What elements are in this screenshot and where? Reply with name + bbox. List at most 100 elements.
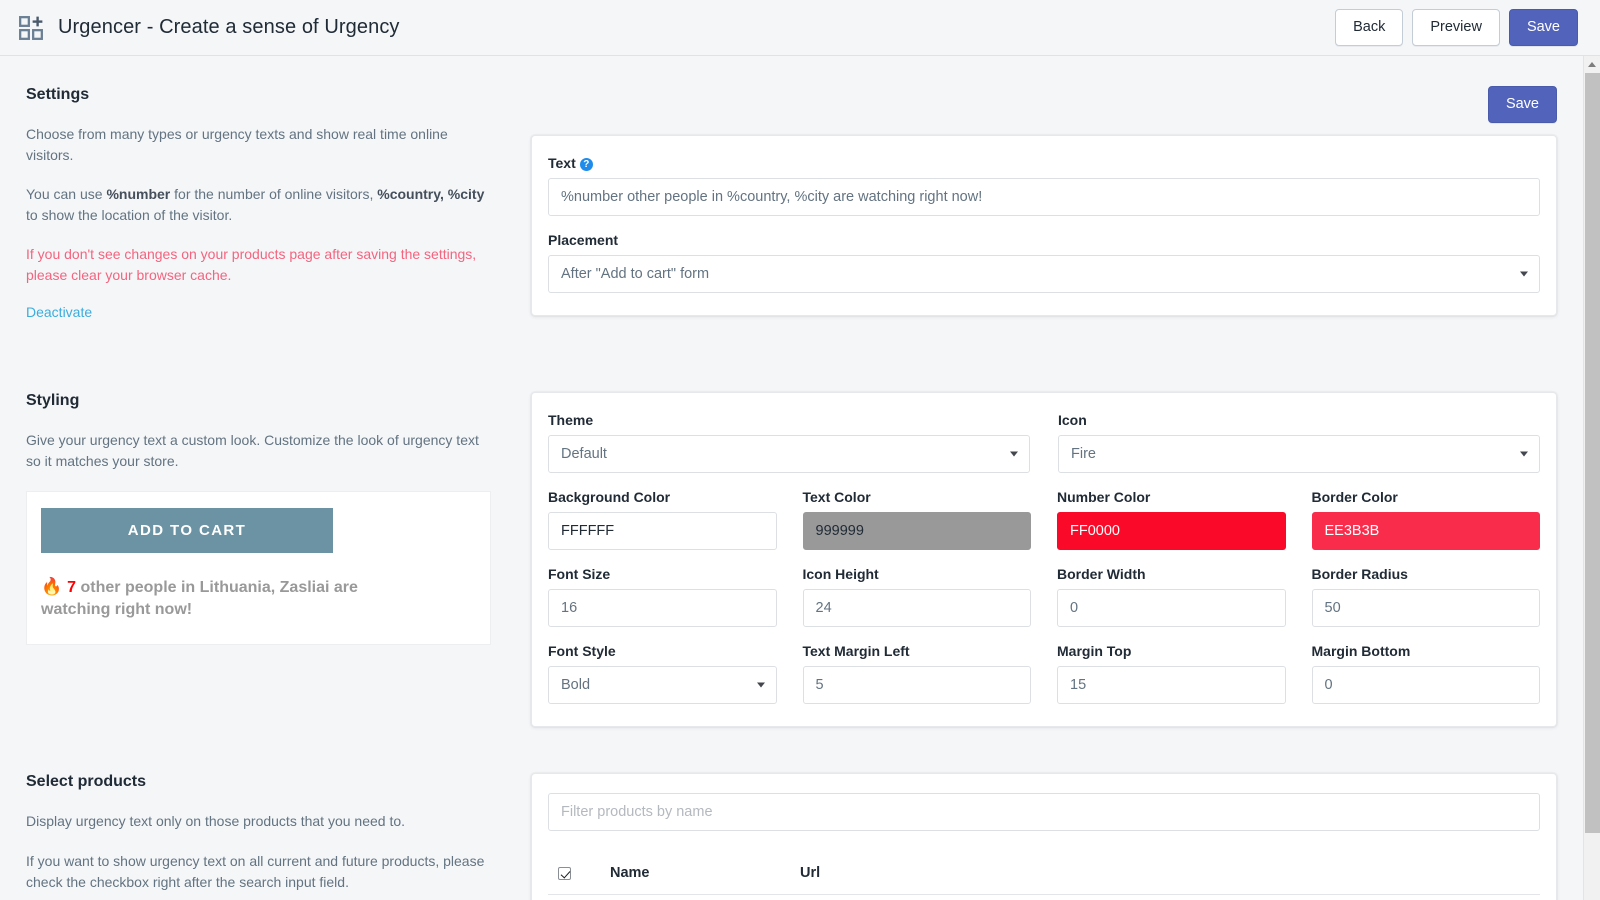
- margin-top-field-group: Margin Top: [1057, 643, 1286, 704]
- select-products-section: Select products Display urgency text onl…: [0, 773, 1583, 900]
- row-select-cell: [548, 895, 610, 900]
- vertical-scrollbar[interactable]: [1583, 56, 1600, 900]
- margin-top-input[interactable]: [1057, 666, 1286, 704]
- chevron-down-icon: [1520, 271, 1528, 276]
- product-url-cell: http://urgencer.myshopify.com/products/p…: [800, 895, 1540, 900]
- urgency-preview-text: 🔥 7 other people in Lithuania, Zasliai ar…: [41, 575, 371, 622]
- border-width-field-group: Border Width: [1057, 566, 1286, 627]
- text-margin-left-field-group: Text Margin Left: [803, 643, 1032, 704]
- settings-para2-mid: for the number of online visitors,: [170, 186, 377, 202]
- urgency-preview-message: other people in Lithuania, Zasliai are w…: [41, 579, 358, 619]
- text-margin-left-input[interactable]: [803, 666, 1032, 704]
- number-color-input[interactable]: FF0000: [1057, 512, 1286, 550]
- products-table-column: Name Url Product 1http://urgencer.myshop…: [531, 773, 1557, 900]
- font-style-select[interactable]: Bold: [548, 666, 777, 704]
- products-card: Name Url Product 1http://urgencer.myshop…: [531, 773, 1557, 900]
- placement-selected-value: After "Add to cart" form: [561, 266, 709, 282]
- product-name-cell: Product 1: [610, 895, 800, 900]
- font-size-field-group: Font Size: [548, 566, 777, 627]
- background-color-input[interactable]: FFFFFF: [548, 512, 777, 550]
- scrollbar-thumb[interactable]: [1585, 73, 1600, 833]
- settings-save-row: Save: [531, 86, 1557, 123]
- text-field-label: Text?: [548, 155, 1540, 171]
- theme-select[interactable]: Default: [548, 435, 1030, 473]
- icon-field-group: Icon Fire: [1058, 412, 1540, 473]
- grid-plus-icon: [18, 15, 44, 41]
- settings-card: Text? Placement After "Add to cart" form: [531, 135, 1557, 316]
- icon-height-label: Icon Height: [803, 566, 1032, 582]
- token-number: %number: [106, 186, 170, 202]
- border-color-input[interactable]: EE3B3B: [1312, 512, 1541, 550]
- theme-field-group: Theme Default: [548, 412, 1030, 473]
- save-button-settings[interactable]: Save: [1488, 86, 1557, 123]
- number-color-label: Number Color: [1057, 489, 1286, 505]
- products-table-body: Product 1http://urgencer.myshopify.com/p…: [548, 895, 1540, 900]
- icon-height-field-group: Icon Height: [803, 566, 1032, 627]
- preview-button[interactable]: Preview: [1412, 9, 1500, 46]
- text-color-input[interactable]: 999999: [803, 512, 1032, 550]
- text-field-group: Text?: [548, 155, 1540, 216]
- products-paragraph-1: Display urgency text only on those produ…: [26, 811, 491, 832]
- table-header-row: Name Url: [548, 855, 1540, 895]
- font-size-label: Font Size: [548, 566, 777, 582]
- icon-height-input[interactable]: [803, 589, 1032, 627]
- text-label-text: Text: [548, 155, 576, 171]
- settings-form-column: Save Text? Placement After "Add t: [531, 86, 1557, 322]
- spacing-row: Font Style Bold Text Margin Left: [548, 643, 1540, 704]
- scroll-up-arrow-icon[interactable]: [1584, 56, 1600, 73]
- page-body: Settings Choose from many types or urgen…: [0, 56, 1600, 900]
- table-row: Product 1http://urgencer.myshopify.com/p…: [548, 895, 1540, 900]
- page-inner: Settings Choose from many types or urgen…: [0, 56, 1583, 900]
- styling-section: Styling Give your urgency text a custom …: [0, 392, 1583, 727]
- margin-top-label: Margin Top: [1057, 643, 1286, 659]
- chevron-down-icon: [1520, 452, 1528, 457]
- urgency-preview-widget: ADD TO CART 🔥 7 other people in Lithuania…: [26, 491, 491, 645]
- styling-card: Theme Default Icon Fire: [531, 392, 1557, 727]
- settings-para2-suffix: to show the location of the visitor.: [26, 207, 232, 223]
- products-paragraph-2: If you want to show urgency text on all …: [26, 851, 491, 892]
- placement-select[interactable]: After "Add to cart" form: [548, 255, 1540, 293]
- save-button-topbar[interactable]: Save: [1509, 9, 1578, 46]
- font-size-input[interactable]: [548, 589, 777, 627]
- urgency-text-input[interactable]: [548, 178, 1540, 216]
- border-width-label: Border Width: [1057, 566, 1286, 582]
- styling-paragraph: Give your urgency text a custom look. Cu…: [26, 430, 491, 471]
- icon-select[interactable]: Fire: [1058, 435, 1540, 473]
- border-radius-input[interactable]: [1312, 589, 1541, 627]
- fire-icon: 🔥: [41, 577, 62, 596]
- settings-section: Settings Choose from many types or urgen…: [0, 86, 1583, 322]
- settings-paragraph-1: Choose from many types or urgency texts …: [26, 124, 491, 165]
- settings-heading: Settings: [26, 86, 491, 104]
- text-color-field-group: Text Color 999999: [803, 489, 1032, 550]
- question-circle-icon[interactable]: ?: [580, 158, 593, 171]
- styling-heading: Styling: [26, 392, 491, 410]
- select-all-checkbox[interactable]: [558, 867, 571, 880]
- colors-row: Background Color FFFFFF Text Color 99999…: [548, 489, 1540, 550]
- font-style-selected-value: Bold: [561, 677, 590, 693]
- back-button[interactable]: Back: [1335, 9, 1403, 46]
- theme-label: Theme: [548, 412, 1030, 428]
- products-table-head: Name Url: [548, 855, 1540, 895]
- margin-bottom-input[interactable]: [1312, 666, 1541, 704]
- text-color-label: Text Color: [803, 489, 1032, 505]
- deactivate-link[interactable]: Deactivate: [26, 304, 92, 320]
- topbar-actions: Back Preview Save: [1335, 9, 1578, 46]
- border-width-input[interactable]: [1057, 589, 1286, 627]
- theme-selected-value: Default: [561, 446, 607, 462]
- styling-description-column: Styling Give your urgency text a custom …: [26, 392, 531, 727]
- border-color-field-group: Border Color EE3B3B: [1312, 489, 1541, 550]
- background-color-field-group: Background Color FFFFFF: [548, 489, 777, 550]
- number-color-field-group: Number Color FF0000: [1057, 489, 1286, 550]
- styling-form-column: Theme Default Icon Fire: [531, 392, 1557, 727]
- add-to-cart-preview-button: ADD TO CART: [41, 508, 333, 553]
- urgency-preview-number: 7: [67, 579, 76, 596]
- background-color-label: Background Color: [548, 489, 777, 505]
- token-country-city: %country, %city: [377, 186, 484, 202]
- filter-products-input[interactable]: [548, 793, 1540, 831]
- icon-selected-value: Fire: [1071, 446, 1096, 462]
- products-description-column: Select products Display urgency text onl…: [26, 773, 531, 900]
- icon-label: Icon: [1058, 412, 1540, 428]
- placement-field-group: Placement After "Add to cart" form: [548, 232, 1540, 293]
- border-radius-field-group: Border Radius: [1312, 566, 1541, 627]
- sizes-row: Font Size Icon Height Border Width: [548, 566, 1540, 627]
